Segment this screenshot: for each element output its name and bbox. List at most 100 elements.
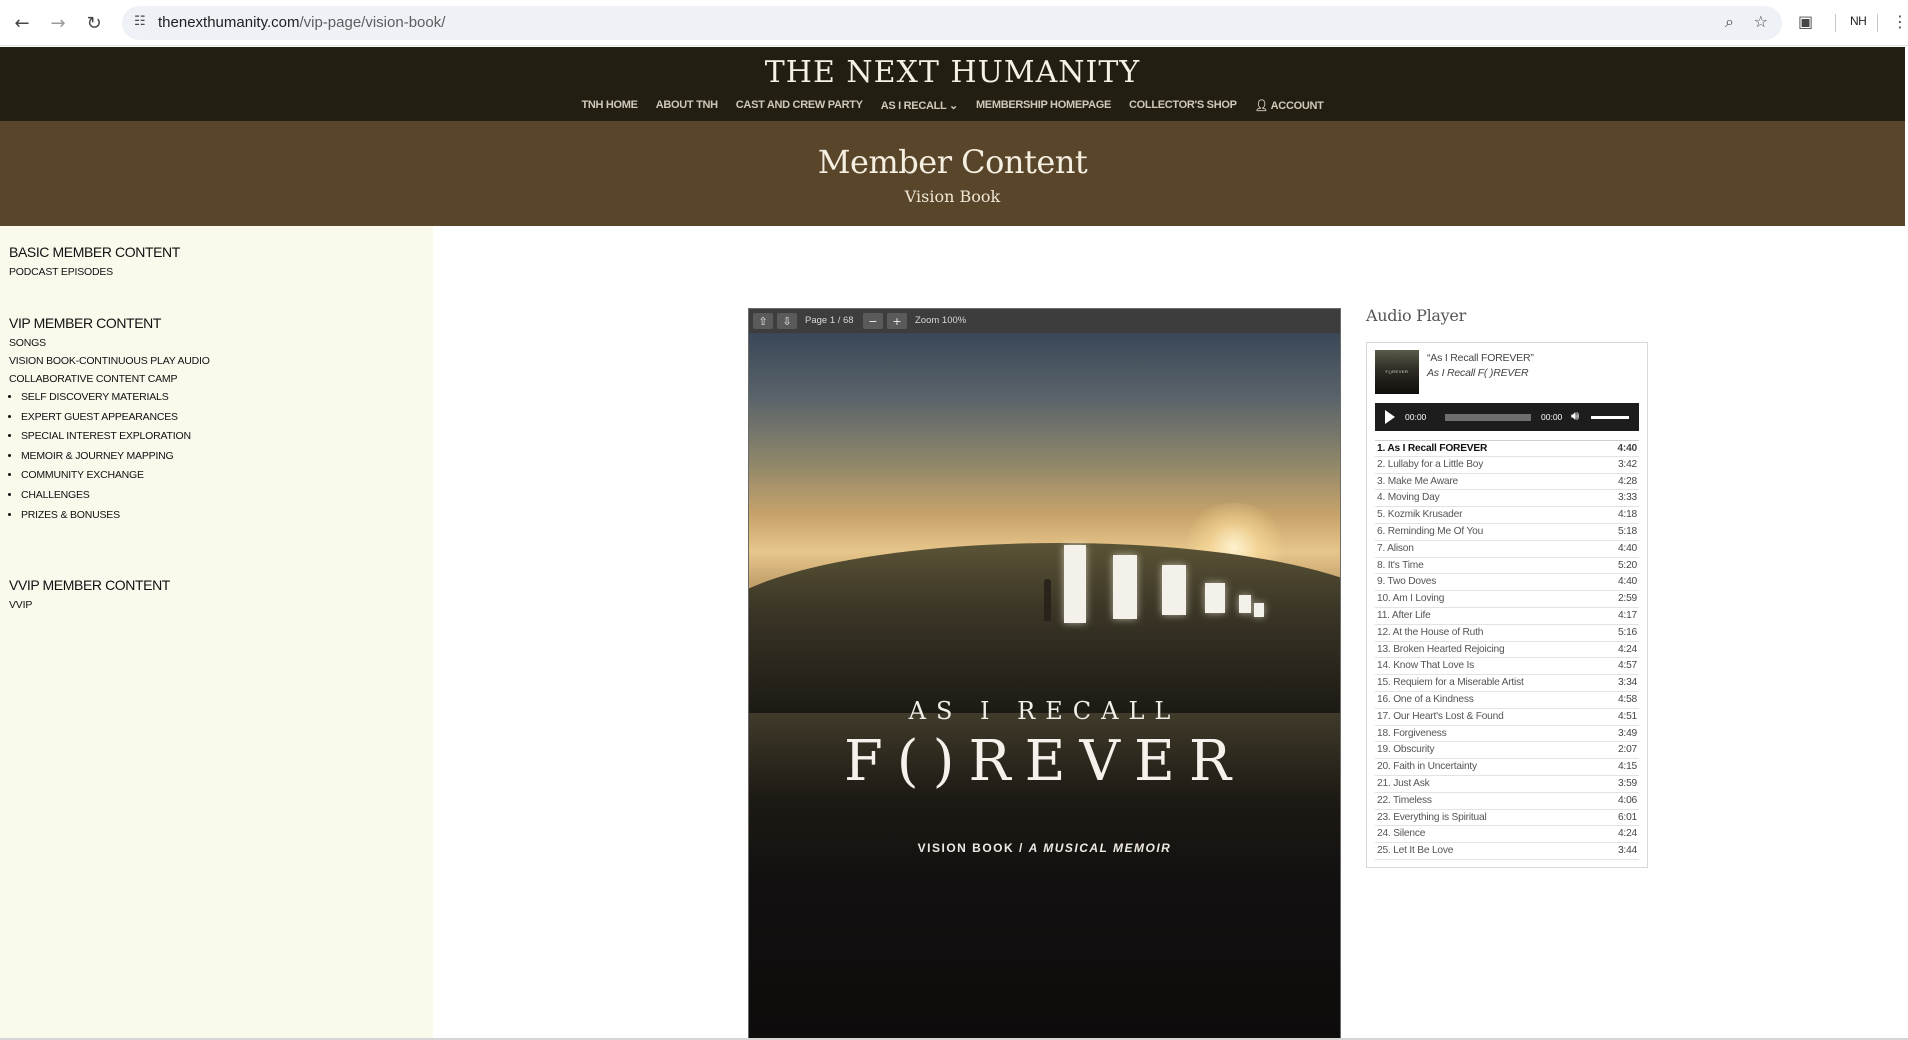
track-row[interactable]: 22. Timeless 4:06 bbox=[1375, 793, 1639, 810]
track-row[interactable]: 9. Two Doves 4:40 bbox=[1375, 574, 1639, 592]
track-row[interactable]: 18. Forgiveness 3:49 bbox=[1375, 726, 1639, 743]
track-row[interactable]: 5. Kozmik Krusader 4:18 bbox=[1375, 507, 1639, 524]
sidebar-item-vvip[interactable]: VVIP bbox=[9, 596, 433, 614]
cover-hill bbox=[749, 543, 1340, 713]
profile-avatar[interactable]: NH bbox=[1850, 14, 1867, 28]
reload-icon[interactable]: ↻ bbox=[80, 9, 108, 37]
book-cover-page[interactable]: AS I RECALL F()REVER VISION BOOK / A MUS… bbox=[749, 333, 1340, 1039]
track-row[interactable]: 4. Moving Day 3:33 bbox=[1375, 490, 1639, 508]
audio-player-heading: Audio Player bbox=[1366, 306, 1466, 325]
cover-subtitle: VISION BOOK / A MUSICAL MEMOIR bbox=[749, 841, 1340, 855]
track-title: 21. Just Ask bbox=[1377, 777, 1430, 789]
track-duration: 4:06 bbox=[1617, 794, 1637, 806]
menu-item-as-i-recall[interactable]: AS I RECALL ⌄ bbox=[881, 99, 959, 112]
track-row[interactable]: 13. Broken Hearted Rejoicing 4:24 bbox=[1375, 642, 1639, 659]
cover-subtitle-b: A MUSICAL MEMOIR bbox=[1028, 841, 1172, 855]
sidebar-item-songs[interactable]: SONGS bbox=[9, 334, 433, 352]
progress-bar[interactable] bbox=[1445, 414, 1531, 421]
cover-monolith bbox=[1254, 603, 1264, 617]
track-row[interactable]: 12. At the House of Ruth 5:16 bbox=[1375, 625, 1639, 642]
track-row[interactable]: 16. One of a Kindness 4:58 bbox=[1375, 692, 1639, 709]
track-title: 15. Requiem for a Miserable Artist bbox=[1377, 677, 1524, 689]
track-row[interactable]: 14. Know That Love Is 4:57 bbox=[1375, 658, 1639, 676]
track-duration: 4:58 bbox=[1617, 693, 1637, 705]
track-duration: 4:40 bbox=[1617, 443, 1637, 454]
track-row[interactable]: 6. Reminding Me Of You 5:18 bbox=[1375, 524, 1639, 541]
sidebar-item-community-exchange[interactable]: COMMUNITY EXCHANGE bbox=[21, 466, 433, 486]
zoom-indicator: Zoom 100% bbox=[915, 315, 967, 326]
track-duration: 3:49 bbox=[1617, 727, 1637, 739]
total-time: 00:00 bbox=[1541, 412, 1563, 422]
site-logo[interactable]: THE NEXT HUMANITY bbox=[0, 55, 1905, 90]
track-title: 11. After Life bbox=[1377, 609, 1431, 621]
url-text[interactable]: thenexthumanity.com/vip-page/vision-book… bbox=[158, 14, 445, 31]
sidebar-item-podcast-episodes[interactable]: PODCAST EPISODES bbox=[9, 263, 433, 281]
track-title: 6. Reminding Me Of You bbox=[1377, 525, 1484, 537]
next-page-icon[interactable]: ⇩ bbox=[777, 313, 797, 329]
track-title: 25. Let It Be Love bbox=[1377, 845, 1454, 857]
cover-pretitle: AS I RECALL bbox=[908, 697, 1181, 725]
basic-member-heading[interactable]: BASIC MEMBER CONTENT bbox=[9, 244, 433, 260]
track-row[interactable]: 10. Am I Loving 2:59 bbox=[1375, 591, 1639, 608]
track-row[interactable]: 20. Faith in Uncertainty 4:15 bbox=[1375, 759, 1639, 776]
cover-monolith bbox=[1064, 545, 1086, 623]
track-duration: 4:28 bbox=[1617, 475, 1637, 487]
menu-item-collectors-shop[interactable]: COLLECTOR'S SHOP bbox=[1129, 99, 1237, 112]
now-playing-album: As I Recall F( )REVER bbox=[1427, 367, 1529, 379]
previous-page-icon[interactable]: ⇧ bbox=[753, 313, 773, 329]
menu-item-tnh-home[interactable]: TNH HOME bbox=[581, 99, 638, 112]
sidebar-item-memoir-journey[interactable]: MEMOIR & JOURNEY MAPPING bbox=[21, 447, 433, 467]
track-title: 16. One of a Kindness bbox=[1377, 693, 1474, 705]
sidebar-item-challenges[interactable]: CHALLENGES bbox=[21, 486, 433, 506]
album-art: F()REVER bbox=[1375, 350, 1419, 394]
track-row[interactable]: 24. Silence 4:24 bbox=[1375, 826, 1639, 844]
sidebar-item-prizes-bonuses[interactable]: PRIZES & BONUSES bbox=[21, 506, 433, 526]
track-row[interactable]: 21. Just Ask 3:59 bbox=[1375, 776, 1639, 793]
sidebar-item-self-discovery[interactable]: SELF DISCOVERY MATERIALS bbox=[21, 388, 433, 408]
zoom-out-icon[interactable]: − bbox=[863, 313, 883, 329]
address-bar[interactable]: ☷ thenexthumanity.com/vip-page/vision-bo… bbox=[122, 6, 1782, 40]
sidebar-item-collaborative-content-camp[interactable]: COLLABORATIVE CONTENT CAMP bbox=[9, 370, 433, 388]
track-duration: 6:01 bbox=[1617, 811, 1637, 823]
sidebar-item-expert-guest[interactable]: EXPERT GUEST APPEARANCES bbox=[21, 408, 433, 428]
track-row[interactable]: 19. Obscurity 2:07 bbox=[1375, 742, 1639, 760]
play-icon[interactable] bbox=[1385, 410, 1395, 424]
forward-icon[interactable]: → bbox=[44, 9, 72, 37]
track-duration: 5:18 bbox=[1617, 525, 1637, 537]
star-icon[interactable]: ☆ bbox=[1754, 12, 1768, 31]
vip-member-heading[interactable]: VIP MEMBER CONTENT bbox=[9, 315, 433, 331]
vision-book-viewer: ⇧ ⇩ Page 1 / 68 − + Zoom 100% AS I RECAL… bbox=[748, 308, 1341, 1040]
sidebar-item-vision-book-audio[interactable]: VISION BOOK-CONTINUOUS PLAY AUDIO bbox=[9, 352, 433, 370]
volume-slider[interactable] bbox=[1591, 416, 1629, 419]
track-duration: 5:16 bbox=[1617, 626, 1637, 638]
track-row[interactable]: 11. After Life 4:17 bbox=[1375, 608, 1639, 625]
volume-icon[interactable]: 🔊︎ bbox=[1571, 409, 1579, 424]
track-row[interactable]: 15. Requiem for a Miserable Artist 3:34 bbox=[1375, 675, 1639, 692]
menu-item-cast-and-crew-party[interactable]: CAST AND CREW PARTY bbox=[736, 99, 863, 112]
track-row[interactable]: 2. Lullaby for a Little Boy 3:42 bbox=[1375, 457, 1639, 474]
menu-item-membership-homepage[interactable]: MEMBERSHIP HOMEPAGE bbox=[976, 99, 1111, 112]
menu-item-about-tnh[interactable]: ABOUT TNH bbox=[656, 99, 718, 112]
track-row[interactable]: 8. It's Time 5:20 bbox=[1375, 558, 1639, 575]
track-row[interactable]: 25. Let It Be Love 3:44 bbox=[1375, 843, 1639, 860]
track-row[interactable]: 17. Our Heart's Lost & Found 4:51 bbox=[1375, 709, 1639, 726]
track-row[interactable]: 23. Everything is Spiritual 6:01 bbox=[1375, 810, 1639, 827]
reading-list-icon[interactable]: ▣ bbox=[1798, 12, 1813, 31]
cover-title: F()REVER bbox=[843, 729, 1246, 794]
track-row[interactable]: 1. As I Recall FOREVER 4:40 bbox=[1375, 440, 1639, 457]
back-icon[interactable]: ← bbox=[8, 9, 36, 37]
menu-icon[interactable]: ⋮ bbox=[1892, 12, 1908, 31]
member-sidebar: BASIC MEMBER CONTENT PODCAST EPISODES VI… bbox=[0, 226, 433, 1040]
track-row[interactable]: 7. Alison 4:40 bbox=[1375, 541, 1639, 558]
vvip-member-heading[interactable]: VVIP MEMBER CONTENT bbox=[9, 577, 433, 593]
zoom-icon[interactable]: ⌕ bbox=[1725, 12, 1734, 32]
site-info-icon[interactable]: ☷ bbox=[134, 14, 146, 29]
track-row[interactable]: 3. Make Me Aware 4:28 bbox=[1375, 474, 1639, 491]
track-duration: 4:57 bbox=[1617, 660, 1637, 672]
sidebar-item-special-interest[interactable]: SPECIAL INTEREST EXPLORATION bbox=[21, 427, 433, 447]
track-duration: 4:17 bbox=[1617, 609, 1637, 621]
track-title: 12. At the House of Ruth bbox=[1377, 626, 1484, 638]
menu-item-account[interactable]: 👤︎ ACCOUNT bbox=[1255, 99, 1324, 112]
track-duration: 4:18 bbox=[1617, 509, 1637, 521]
zoom-in-icon[interactable]: + bbox=[887, 313, 907, 329]
